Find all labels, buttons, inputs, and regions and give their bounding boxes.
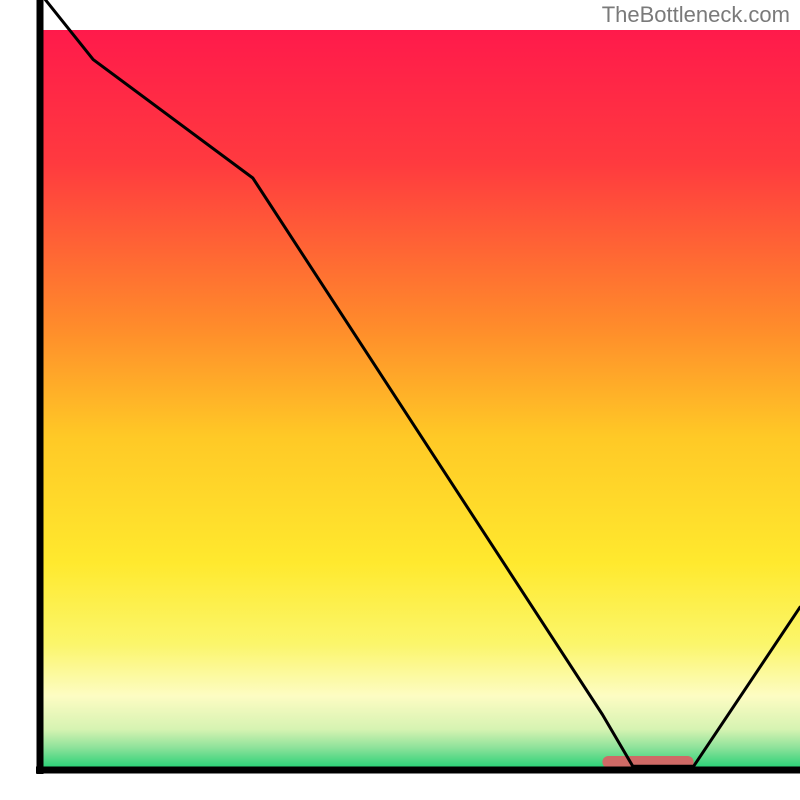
chart-container: TheBottleneck.com (0, 0, 800, 800)
bottleneck-chart (0, 0, 800, 800)
